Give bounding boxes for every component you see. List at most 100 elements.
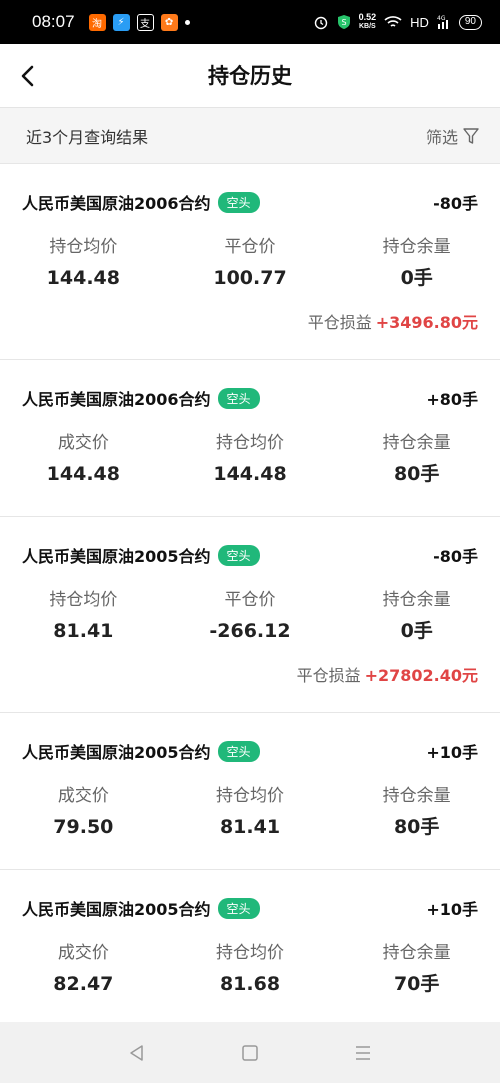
metric-value: 82.47 [53, 973, 114, 995]
filter-icon [463, 128, 479, 144]
metric-value: 70手 [393, 973, 440, 995]
status-right: S 0.52 KB/S HD 4G 90 [313, 13, 482, 31]
metric-column: 平仓价 -266.12 [167, 587, 334, 644]
metric-value: 0手 [400, 620, 433, 642]
contract-name: 人民币美国原油2005合约 [22, 547, 211, 566]
metric-label: 持仓均价 [49, 590, 118, 610]
card-header: 人民币美国原油2006合约 空头 +80手 [0, 360, 500, 436]
lots-change: +10手 [426, 900, 478, 919]
lots-change: +80手 [426, 390, 478, 409]
list-item[interactable]: 人民币美国原油2006合约 空头 -80手 持仓均价 144.48 平仓价 100.… [0, 164, 500, 360]
card-header: 人民币美国原油2005合约 空头 +10手 [0, 870, 500, 946]
hamburger-menu-icon [356, 1045, 371, 1060]
position-history-list: 人民币美国原油2006合约 空头 -80手 持仓均价 144.48 平仓价 100.… [0, 164, 500, 1022]
list-item[interactable]: 人民币美国原油2005合约 空头 +10手 成交价 79.50 持仓均价 81.41… [0, 713, 500, 870]
metric-label: 持仓余量 [382, 590, 451, 610]
svg-text:S: S [341, 18, 346, 27]
metric-column: 成交价 82.47 [0, 940, 167, 997]
metric-value: 81.41 [53, 620, 114, 642]
metric-label: 持仓余量 [382, 433, 451, 453]
metric-label: 成交价 [57, 433, 109, 453]
orange-app-icon: ✿ [160, 13, 178, 31]
metric-column: 成交价 79.50 [0, 783, 167, 840]
metric-value: 100.77 [213, 267, 287, 289]
chevron-left-icon [21, 65, 34, 87]
card-metrics: 成交价 79.50 持仓均价 81.41 持仓余量 80手 [0, 783, 500, 840]
metric-column: 持仓余量 70手 [333, 940, 500, 997]
metric-label: 持仓余量 [382, 237, 451, 257]
net-speed: 0.52 KB/S [358, 12, 377, 31]
card-header: 人民币美国原油2005合约 空头 +10手 [0, 713, 500, 789]
taobao-icon: 淘 [88, 13, 106, 31]
status-badge: 空头 [217, 897, 260, 919]
contract-name: 人民币美国原油2005合约 [22, 743, 211, 762]
system-back-button[interactable] [117, 1033, 157, 1073]
card-header: 人民币美国原油2005合约 空头 -80手 [0, 517, 500, 593]
metric-value: 81.68 [219, 973, 281, 995]
close-pnl: 平仓损益 +3496.80元 [308, 309, 478, 333]
metric-column: 持仓余量 80手 [333, 783, 500, 840]
pnl-label: 平仓损益 [307, 313, 372, 332]
metric-label: 持仓均价 [216, 943, 284, 963]
metric-column: 成交价 144.48 [0, 430, 167, 487]
metric-column: 持仓余量 0手 [333, 587, 500, 644]
lots-change: +10手 [426, 743, 478, 762]
metric-value: 80手 [393, 463, 440, 485]
card-metrics: 成交价 82.47 持仓均价 81.68 持仓余量 70手 [0, 940, 500, 997]
battery-icon: 90 [458, 14, 482, 30]
wifi-icon [384, 16, 402, 27]
metric-value: 0手 [400, 267, 433, 289]
metric-label: 平仓价 [224, 590, 276, 610]
metric-label: 持仓余量 [382, 786, 451, 806]
metric-label: 成交价 [57, 786, 109, 806]
card-metrics: 持仓均价 81.41 平仓价 -266.12 持仓余量 0手 [0, 587, 500, 644]
metric-value: 144.48 [213, 463, 287, 485]
card-metrics: 持仓均价 144.48 平仓价 100.77 持仓余量 0手 [0, 234, 500, 291]
contract-name: 人民币美国原油2006合约 [22, 390, 211, 409]
svg-text:4G: 4G [437, 15, 446, 22]
alipay-icon: 支 [136, 13, 154, 31]
status-bar: 08:07 淘 ⚡ 支 ✿ S 0.52 KB/S HD 4G 90 [0, 0, 500, 44]
card-metrics: 成交价 144.48 持仓均价 144.48 持仓余量 80手 [0, 430, 500, 487]
status-badge: 空头 [217, 191, 260, 213]
lots-change: -80手 [433, 547, 478, 566]
metric-column: 持仓余量 0手 [333, 234, 500, 291]
system-home-button[interactable] [230, 1033, 270, 1073]
shield-app-icon: ⚡ [112, 13, 130, 31]
triangle-back-icon [129, 1044, 143, 1061]
metric-column: 持仓余量 80手 [333, 430, 500, 487]
filter-label: 筛选 [425, 128, 458, 147]
back-button[interactable] [10, 58, 46, 94]
filter-row: 近3个月查询结果 筛选 [0, 109, 500, 164]
result-range-caption: 近3个月查询结果 [26, 128, 149, 147]
metric-label: 持仓均价 [216, 786, 284, 806]
metric-value: 79.50 [53, 816, 114, 838]
pnl-value: +27802.40元 [364, 666, 478, 685]
signal-icon: 4G [437, 15, 448, 29]
metric-column: 持仓均价 81.41 [0, 587, 167, 644]
metric-label: 持仓均价 [49, 237, 118, 257]
contract-name: 人民币美国原油2005合约 [22, 900, 211, 919]
list-item[interactable]: 人民币美国原油2006合约 空头 +80手 成交价 144.48 持仓均价 144.… [0, 360, 500, 517]
contract-name: 人民币美国原油2006合约 [22, 194, 211, 213]
status-badge: 空头 [217, 387, 260, 409]
nav-bar: 持仓历史 [0, 44, 500, 108]
list-item[interactable]: 人民币美国原油2005合约 空头 +10手 成交价 82.47 持仓均价 81.68… [0, 870, 500, 1022]
metric-value: 81.41 [219, 816, 281, 838]
metric-column: 持仓均价 81.68 [167, 940, 334, 997]
lots-change: -80手 [433, 194, 478, 213]
metric-label: 成交价 [57, 943, 109, 963]
filter-button[interactable]: 筛选 [426, 124, 480, 148]
metric-label: 平仓价 [224, 237, 276, 257]
status-time: 08:07 [32, 12, 75, 31]
metric-value: 144.48 [46, 463, 120, 485]
pnl-value: +3496.80元 [375, 313, 478, 332]
metric-label: 持仓均价 [216, 433, 284, 453]
metric-column: 持仓均价 144.48 [167, 430, 334, 487]
list-item[interactable]: 人民币美国原油2005合约 空头 -80手 持仓均价 81.41 平仓价 -266.… [0, 517, 500, 713]
metric-value: 144.48 [46, 267, 120, 289]
status-badge: 空头 [217, 740, 260, 762]
system-menu-button[interactable] [343, 1033, 383, 1073]
card-header: 人民币美国原油2006合约 空头 -80手 [0, 164, 500, 240]
metric-column: 平仓价 100.77 [167, 234, 334, 291]
